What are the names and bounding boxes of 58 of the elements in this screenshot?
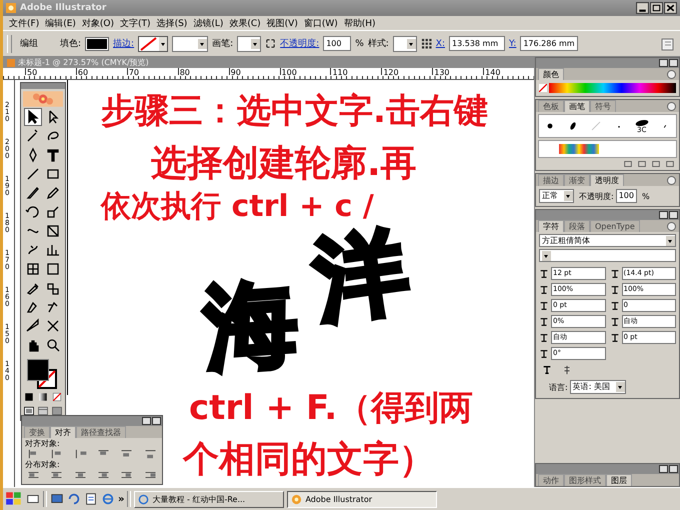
document-title: 未标题-1 @ 273.57% (CMYK/预览) (18, 57, 149, 68)
taskbar-button[interactable]: Adobe Illustrator (287, 490, 438, 508)
panel-tab[interactable]: 描边 (538, 174, 564, 186)
stroke-link[interactable]: 描边: (113, 37, 134, 50)
opacity-field[interactable]: 100 (616, 189, 637, 203)
panel-tab[interactable]: 路径查找器 (76, 426, 126, 438)
handwritten-note: 步骤三：选中文字.击右键 (101, 94, 488, 128)
menu-item[interactable]: 对象(O) (82, 16, 114, 30)
panel-tab[interactable]: 颜色 (538, 68, 564, 80)
y-field[interactable]: 176.286 mm (520, 36, 578, 51)
align-objects-label: 对齐对象: (24, 438, 61, 449)
panel-tab[interactable]: 字符 (538, 220, 564, 232)
y-link[interactable]: Y: (509, 38, 516, 48)
menu-item[interactable]: 滤镜(L) (193, 16, 224, 30)
handwritten-note: 选择创建轮廓.再 (151, 146, 417, 182)
menu-item[interactable]: 文字(T) (120, 16, 151, 30)
ruler-label: 100 (280, 68, 330, 75)
handwritten-note: 依次执行 ctrl + c / (101, 192, 374, 222)
language-label: 语言: (548, 382, 568, 392)
panel-tab[interactable]: 动作 (538, 474, 564, 486)
ruler-label: 120 (381, 68, 432, 75)
taskbar-button[interactable]: 大量教程 - 红动中国-Re... (134, 490, 284, 508)
menu-item[interactable]: 文件(F) (9, 16, 40, 30)
outlined-glyph: 海 (202, 276, 300, 376)
menu-item[interactable]: 窗口(W) (304, 16, 338, 30)
opacity-field[interactable]: 100 (323, 36, 352, 51)
percent-label: % (355, 38, 364, 48)
fill-label: 填色: (60, 38, 82, 50)
opacity-link[interactable]: 不透明度: (280, 37, 320, 50)
outlined-glyph: 洋 (309, 224, 413, 328)
panel-tab[interactable]: 图层 (606, 474, 632, 486)
menu-item[interactable]: 编辑(E) (45, 16, 76, 30)
language-dropdown[interactable]: 英语: 美国 (570, 380, 626, 394)
panel-tab[interactable]: 画笔 (564, 100, 590, 112)
blend-mode-dropdown[interactable]: 正常 (539, 189, 574, 203)
menu-item[interactable]: 帮助(H) (344, 16, 376, 30)
panel-tab[interactable]: 对齐 (50, 426, 76, 438)
percent-label: % (640, 192, 650, 200)
panel-tab[interactable]: OpenType (590, 220, 640, 232)
menu-item[interactable]: 选择(S) (156, 16, 188, 30)
ruler-label: 110 (330, 68, 382, 75)
brush-label: 画笔: (212, 38, 234, 50)
distribute-objects-label: 分布对象: (24, 459, 61, 470)
selection-type: 编组 (20, 38, 38, 50)
handwritten-note: 个相同的文字） (183, 442, 435, 478)
quick-launch-overflow[interactable]: » (118, 494, 124, 504)
style-label: 样式: (368, 38, 389, 50)
menu-item[interactable]: 效果(C) (229, 16, 261, 30)
handwritten-note: ctrl + F.（得到两 (189, 391, 474, 425)
x-link[interactable]: X: (436, 38, 445, 48)
panel-tab[interactable]: 透明度 (590, 174, 624, 186)
font-family-dropdown[interactable]: 方正粗倩简体 (539, 234, 676, 247)
panel-tab[interactable]: 段落 (564, 220, 590, 232)
menu-item[interactable]: 视图(V) (266, 16, 298, 30)
x-field[interactable]: 13.538 mm (449, 36, 505, 51)
opacity-label: 不透明度: (578, 190, 614, 202)
window-title: Adobe Illustrator (20, 3, 106, 13)
panel-tab[interactable]: 符号 (590, 100, 616, 112)
